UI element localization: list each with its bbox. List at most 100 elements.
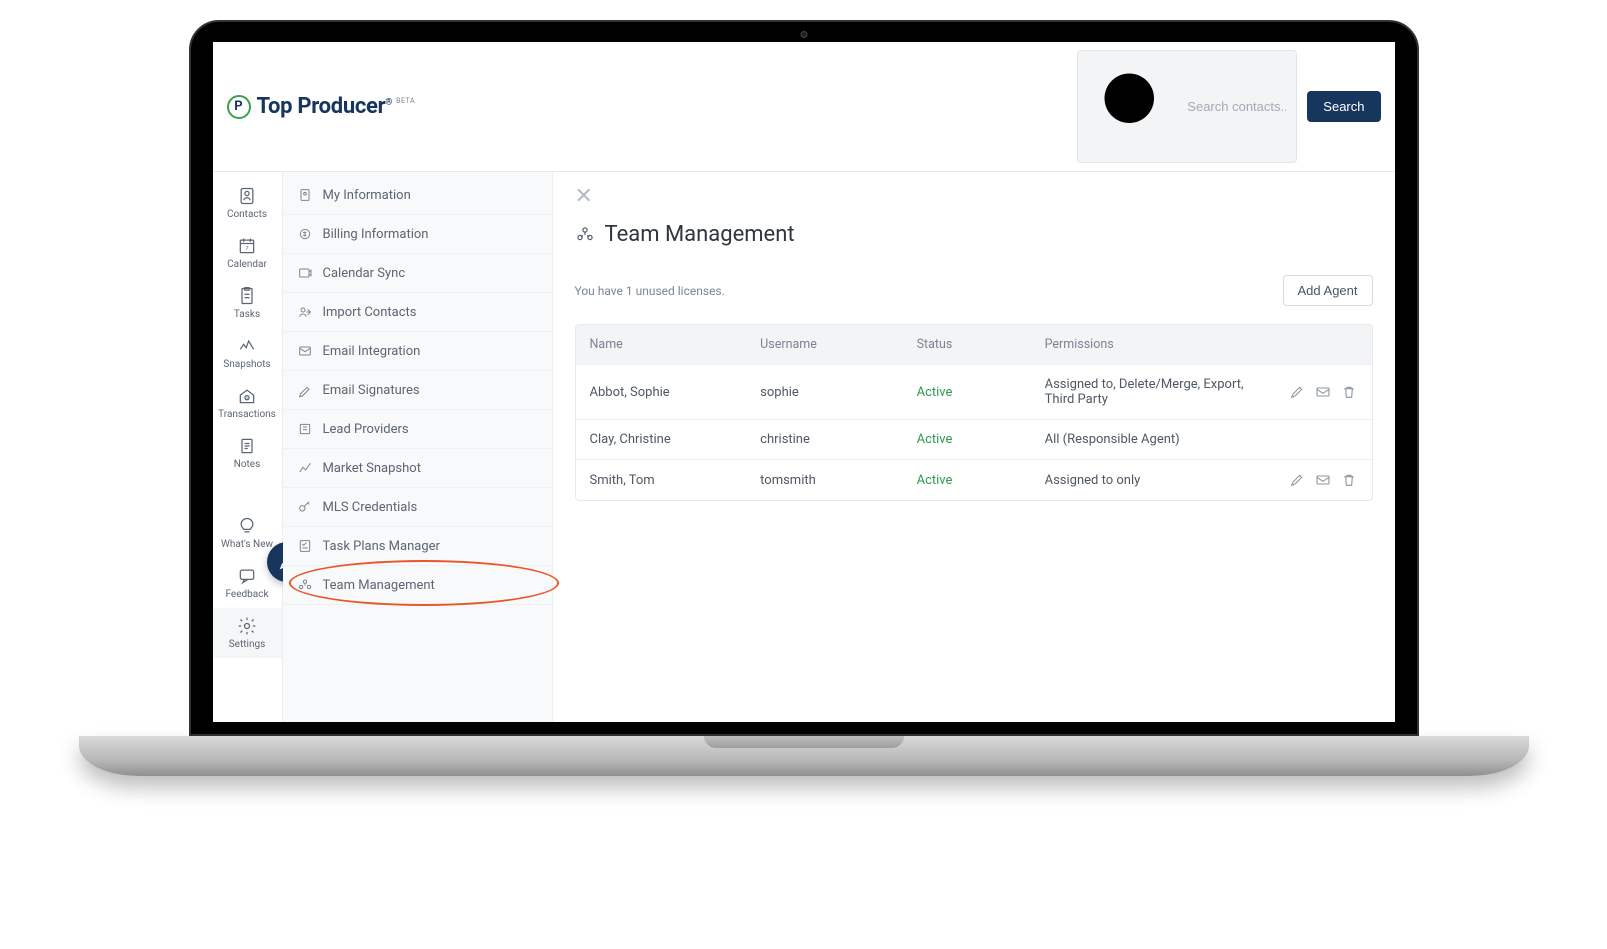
settings-item-label: Team Management [323, 578, 435, 593]
person-icon [297, 187, 313, 203]
settings-submenu: My Information Billing Information Calen… [283, 172, 553, 722]
settings-item-my-information[interactable]: My Information [283, 176, 552, 215]
search-input[interactable] [1187, 99, 1286, 114]
sidebar: Contacts 7 Calendar Tasks Snapshots [213, 172, 283, 722]
settings-item-market-snapshot[interactable]: Market Snapshot [283, 449, 552, 488]
sidebar-label: Calendar [227, 259, 267, 270]
calendar-icon: 7 [237, 236, 257, 256]
col-username: Username [760, 337, 916, 352]
sidebar-item-settings[interactable]: Settings [213, 608, 282, 658]
settings-item-email-signatures[interactable]: Email Signatures [283, 371, 552, 410]
email-icon [297, 343, 313, 359]
settings-item-lead-providers[interactable]: Lead Providers [283, 410, 552, 449]
trash-icon[interactable] [1341, 384, 1357, 400]
screen-bezel: P Top Producer® BETA Search [189, 20, 1419, 736]
body-row: Contacts 7 Calendar Tasks Snapshots [213, 172, 1395, 722]
table-row: Smith, Tom tomsmith Active Assigned to o… [576, 459, 1372, 500]
search-input-wrap[interactable] [1077, 50, 1297, 163]
settings-item-team-management[interactable]: Team Management [283, 566, 552, 605]
cell-name: Abbot, Sophie [590, 385, 761, 400]
team-icon [297, 577, 313, 593]
camera-dot [800, 31, 807, 38]
feedback-icon [237, 566, 257, 586]
brand-name-text: Top Producer [257, 94, 386, 119]
transactions-icon: $ [237, 386, 257, 406]
settings-item-label: Task Plans Manager [323, 539, 440, 554]
key-icon [297, 499, 313, 515]
row-actions [1258, 384, 1358, 400]
cell-permissions: All (Responsible Agent) [1045, 432, 1258, 447]
app-header: P Top Producer® BETA Search [213, 42, 1395, 172]
billing-icon [297, 226, 313, 242]
edit-icon[interactable] [1289, 384, 1305, 400]
brand-logo-icon: P [227, 95, 251, 119]
settings-item-label: Calendar Sync [323, 266, 406, 281]
settings-item-label: Lead Providers [323, 422, 409, 437]
settings-item-import-contacts[interactable]: Import Contacts [283, 293, 552, 332]
contacts-icon [237, 186, 257, 206]
settings-item-email-integration[interactable]: Email Integration [283, 332, 552, 371]
market-icon [297, 460, 313, 476]
task-plans-icon [297, 538, 313, 554]
subhead-row: You have 1 unused licenses. Add Agent [575, 275, 1373, 306]
sidebar-label: Settings [229, 639, 266, 650]
settings-item-task-plans[interactable]: Task Plans Manager [283, 527, 552, 566]
cell-status: Active [917, 432, 1045, 447]
cell-status: Active [917, 473, 1045, 488]
whatsnew-icon [237, 516, 257, 536]
laptop-frame: P Top Producer® BETA Search [79, 20, 1529, 776]
main-content: ✕ Team Management You have 1 unused lice… [553, 172, 1395, 722]
cell-username: christine [760, 432, 916, 447]
signature-icon [297, 382, 313, 398]
edit-icon[interactable] [1289, 472, 1305, 488]
search-button[interactable]: Search [1307, 91, 1380, 122]
page-title-row: Team Management [575, 222, 1373, 247]
settings-item-label: MLS Credentials [323, 500, 418, 515]
lead-icon [297, 421, 313, 437]
brand-registered: ® [385, 98, 392, 108]
cell-permissions: Assigned to, Delete/Merge, Export, Third… [1045, 377, 1258, 407]
settings-item-billing[interactable]: Billing Information [283, 215, 552, 254]
settings-item-label: Email Signatures [323, 383, 420, 398]
page-title: Team Management [605, 222, 795, 247]
team-icon [575, 225, 595, 245]
cell-username: tomsmith [760, 473, 916, 488]
mail-icon[interactable] [1315, 472, 1331, 488]
sidebar-label: What's New [221, 539, 273, 550]
col-status: Status [917, 337, 1045, 352]
sidebar-label: Transactions [218, 409, 276, 420]
settings-item-label: My Information [323, 188, 411, 203]
sidebar-item-calendar[interactable]: 7 Calendar [213, 228, 282, 278]
tasks-icon [237, 286, 257, 306]
settings-item-mls-credentials[interactable]: MLS Credentials [283, 488, 552, 527]
sidebar-item-tasks[interactable]: Tasks [213, 278, 282, 328]
close-icon[interactable]: ✕ [575, 186, 593, 208]
cell-permissions: Assigned to only [1045, 473, 1258, 488]
sidebar-item-contacts[interactable]: Contacts [213, 178, 282, 228]
row-actions [1258, 472, 1358, 488]
settings-item-label: Market Snapshot [323, 461, 421, 476]
table-row: Clay, Christine christine Active All (Re… [576, 419, 1372, 459]
snapshots-icon [237, 336, 257, 356]
sidebar-item-snapshots[interactable]: Snapshots [213, 328, 282, 378]
laptop-base [79, 736, 1529, 776]
cell-username: sophie [760, 385, 916, 400]
svg-text:$: $ [246, 395, 248, 400]
cell-name: Clay, Christine [590, 432, 761, 447]
mail-icon[interactable] [1315, 384, 1331, 400]
gear-icon [237, 616, 257, 636]
app-screen: P Top Producer® BETA Search [213, 42, 1395, 722]
brand-name: Top Producer® [257, 94, 393, 119]
brand: P Top Producer® BETA [227, 94, 416, 119]
cell-status: Active [917, 385, 1045, 400]
trash-icon[interactable] [1341, 472, 1357, 488]
sidebar-item-transactions[interactable]: $ Transactions [213, 378, 282, 428]
sidebar-label: Snapshots [223, 359, 270, 370]
calendar-sync-icon [297, 265, 313, 281]
settings-item-calendar-sync[interactable]: Calendar Sync [283, 254, 552, 293]
import-icon [297, 304, 313, 320]
add-agent-button[interactable]: Add Agent [1283, 275, 1373, 306]
brand-beta-badge: BETA [396, 97, 415, 105]
sidebar-item-notes[interactable]: Notes [213, 428, 282, 478]
table-row: Abbot, Sophie sophie Active Assigned to,… [576, 364, 1372, 419]
